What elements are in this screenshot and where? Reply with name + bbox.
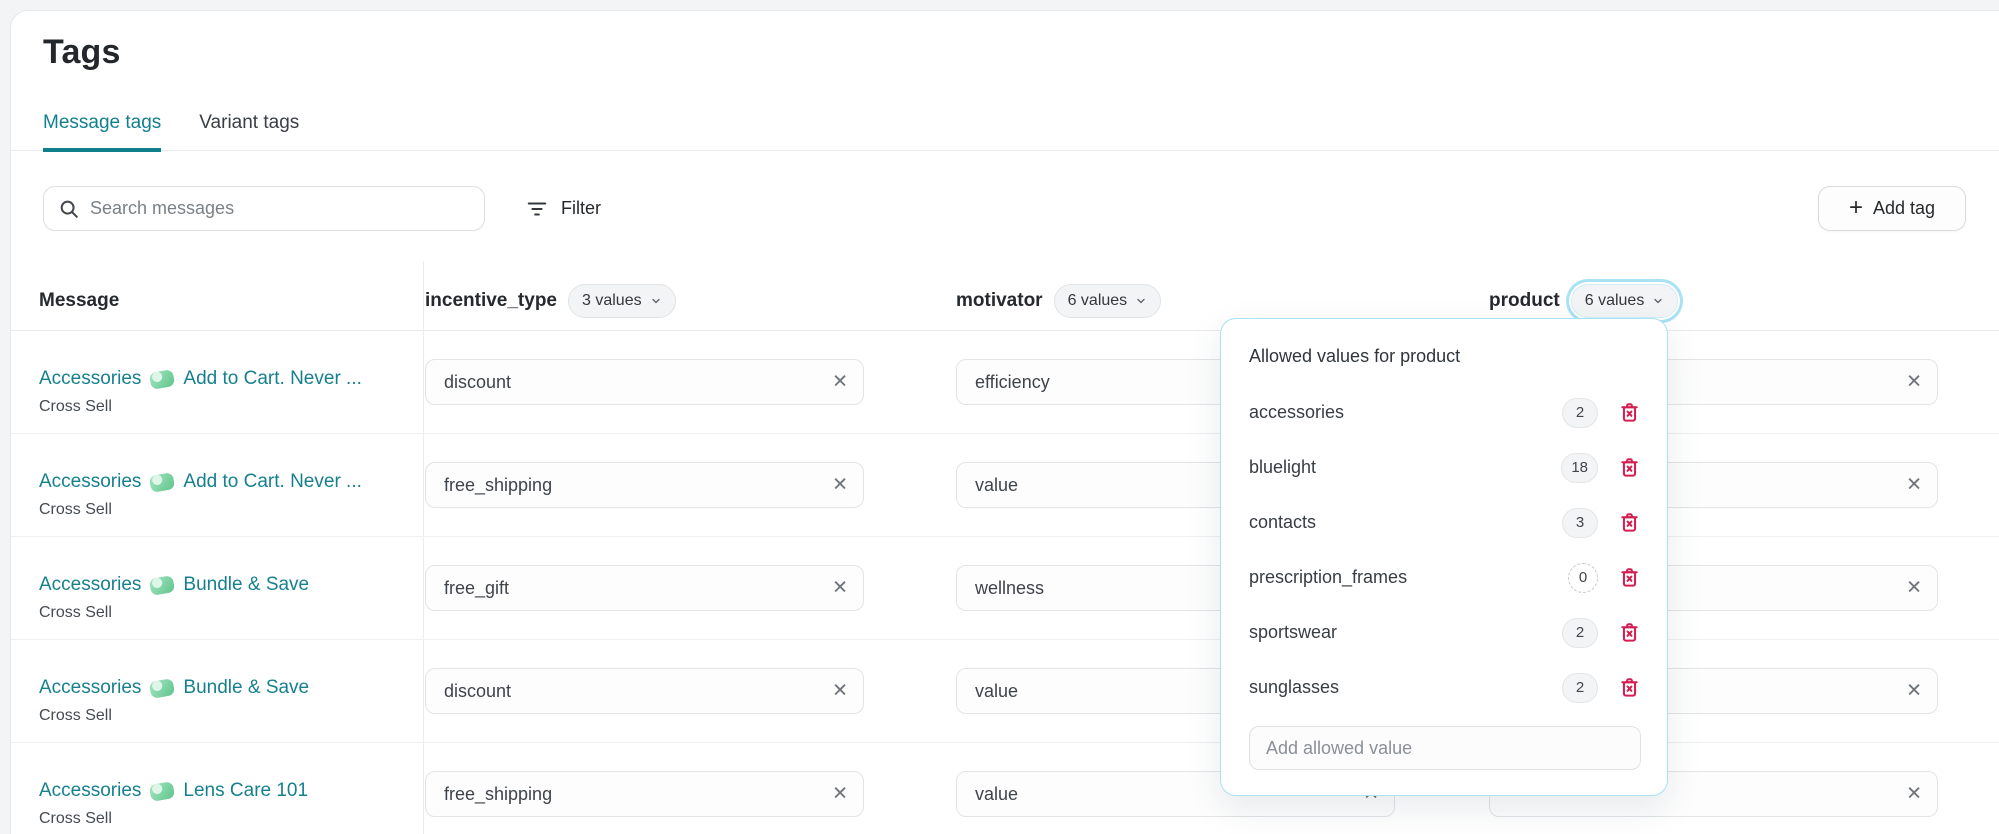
table-row: Accessories Add to Cart. Never ... Cross… <box>11 331 1999 434</box>
clear-value-icon[interactable]: ✕ <box>832 785 848 804</box>
message-cell: Accessories Lens Care 101 Cross Sell <box>39 779 409 828</box>
message-type-label: Cross Sell <box>39 707 112 724</box>
clear-value-icon[interactable]: ✕ <box>832 373 848 392</box>
filter-label: Filter <box>561 198 601 218</box>
allowed-value-name: accessories <box>1249 402 1345 422</box>
incentive-type-values-pill[interactable]: 3 values <box>568 283 676 318</box>
chevron-down-icon <box>650 295 662 307</box>
allowed-values-list: accessories 2 bluelight 18 contacts 3 pr… <box>1221 385 1667 715</box>
page-title: Tags <box>43 33 121 71</box>
add-tag-label: Add tag <box>1872 198 1936 218</box>
usage-count-badge: 3 <box>1562 507 1598 538</box>
message-link[interactable]: Accessories Lens Care 101 <box>39 779 409 803</box>
delete-value-icon[interactable] <box>1618 676 1641 699</box>
table-row: Accessories Bundle & Save Cross Sell fre… <box>11 537 1999 640</box>
table-row: Accessories Add to Cart. Never ... Cross… <box>11 434 1999 537</box>
delete-value-icon[interactable] <box>1618 456 1641 479</box>
usage-count-badge: 18 <box>1561 452 1598 483</box>
table-row: Accessories Lens Care 101 Cross Sell fre… <box>11 743 1999 834</box>
column-header-motivator: motivator 6 values <box>956 283 1162 318</box>
clear-value-icon[interactable]: ✕ <box>1906 785 1922 804</box>
message-link[interactable]: Accessories Add to Cart. Never ... <box>39 367 409 391</box>
usage-count-badge: 2 <box>1562 617 1598 648</box>
message-type-label: Cross Sell <box>39 398 112 415</box>
incentive-type-value-chip[interactable]: free_shipping ✕ <box>425 771 864 817</box>
incentive-type-value-chip[interactable]: free_gift ✕ <box>425 565 864 611</box>
message-cell: Accessories Add to Cart. Never ... Cross… <box>39 367 409 416</box>
allowed-value-row: accessories 2 <box>1221 385 1667 440</box>
delete-value-icon[interactable] <box>1618 511 1641 534</box>
clear-value-icon[interactable]: ✕ <box>832 682 848 701</box>
add-tag-button[interactable]: + Add tag <box>1818 186 1966 231</box>
tab-message-tags[interactable]: Message tags <box>43 112 162 152</box>
table-row: Accessories Bundle & Save Cross Sell dis… <box>11 640 1999 743</box>
message-link[interactable]: Accessories Bundle & Save <box>39 676 409 700</box>
tab-variant-tags[interactable]: Variant tags <box>199 112 299 152</box>
table-header: Message incentive_type 3 values motivato… <box>11 271 1999 331</box>
allowed-value-name: contacts <box>1249 512 1317 532</box>
allowed-value-row: prescription_frames 0 <box>1221 550 1667 605</box>
message-cell: Accessories Add to Cart. Never ... Cross… <box>39 470 409 519</box>
clear-value-icon[interactable]: ✕ <box>1906 682 1922 701</box>
message-type-label: Cross Sell <box>39 501 112 518</box>
clear-value-icon[interactable]: ✕ <box>832 476 848 495</box>
column-header-incentive-type: incentive_type 3 values <box>425 283 676 318</box>
allowed-value-row: sportswear 2 <box>1221 605 1667 660</box>
tags-panel: Tags Message tags Variant tags Filter + … <box>10 10 1999 834</box>
allowed-value-name: sunglasses <box>1249 677 1340 697</box>
allowed-value-name: bluelight <box>1249 457 1317 477</box>
incentive-type-value-chip[interactable]: discount ✕ <box>425 359 864 405</box>
clear-value-icon[interactable]: ✕ <box>1906 579 1922 598</box>
message-link[interactable]: Accessories Add to Cart. Never ... <box>39 470 409 494</box>
usage-count-badge: 0 <box>1568 562 1598 593</box>
incentive-type-value-chip[interactable]: discount ✕ <box>425 668 864 714</box>
clear-value-icon[interactable]: ✕ <box>1906 476 1922 495</box>
allowed-value-row: contacts 3 <box>1221 495 1667 550</box>
column-header-message: Message <box>39 289 120 311</box>
soap-emoji-icon <box>149 574 176 596</box>
incentive-type-value-chip[interactable]: free_shipping ✕ <box>425 462 864 508</box>
filter-icon <box>526 198 548 220</box>
usage-count-badge: 2 <box>1562 672 1598 703</box>
plus-icon: + <box>1848 193 1863 221</box>
allowed-value-name: prescription_frames <box>1249 567 1408 587</box>
chevron-down-icon <box>1652 295 1664 307</box>
message-link[interactable]: Accessories Bundle & Save <box>39 573 409 597</box>
delete-value-icon[interactable] <box>1618 566 1641 589</box>
search-input[interactable] <box>90 198 470 219</box>
chevron-down-icon <box>1135 295 1147 307</box>
delete-value-icon[interactable] <box>1618 401 1641 424</box>
clear-value-icon[interactable]: ✕ <box>1906 373 1922 392</box>
message-type-label: Cross Sell <box>39 604 112 621</box>
soap-emoji-icon <box>149 368 176 390</box>
popover-title: Allowed values for product <box>1249 346 1461 366</box>
allowed-value-row: sunglasses 2 <box>1221 660 1667 715</box>
filter-button[interactable]: Filter <box>516 186 611 231</box>
add-allowed-value-input[interactable] <box>1249 726 1641 770</box>
message-type-label: Cross Sell <box>39 810 112 827</box>
usage-count-badge: 2 <box>1562 397 1598 428</box>
delete-value-icon[interactable] <box>1618 621 1641 644</box>
clear-value-icon[interactable]: ✕ <box>832 579 848 598</box>
search-box <box>43 186 485 231</box>
message-cell: Accessories Bundle & Save Cross Sell <box>39 676 409 725</box>
product-values-pill[interactable]: 6 values <box>1570 283 1679 318</box>
column-header-product: product 6 values <box>1489 283 1679 318</box>
tabs-bar: Message tags Variant tags <box>11 109 1999 152</box>
motivator-values-pill[interactable]: 6 values <box>1053 283 1162 318</box>
allowed-value-row: bluelight 18 <box>1221 440 1667 495</box>
allowed-value-name: sportswear <box>1249 622 1338 642</box>
message-cell: Accessories Bundle & Save Cross Sell <box>39 573 409 622</box>
search-icon <box>58 198 80 220</box>
allowed-values-popover: Allowed values for product accessories 2… <box>1220 318 1668 796</box>
soap-emoji-icon <box>149 677 176 699</box>
soap-emoji-icon <box>149 471 176 493</box>
soap-emoji-icon <box>149 780 176 802</box>
